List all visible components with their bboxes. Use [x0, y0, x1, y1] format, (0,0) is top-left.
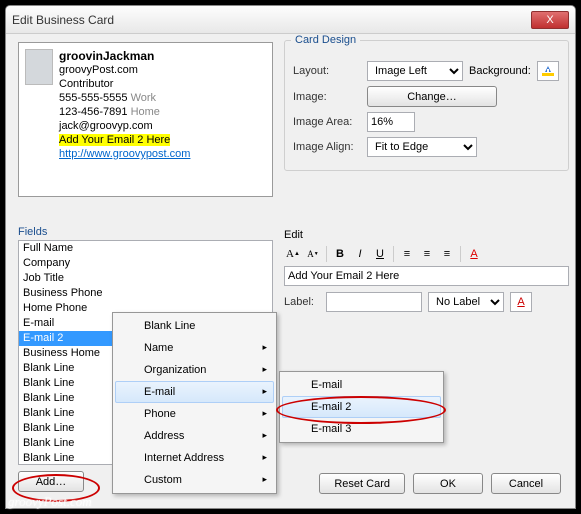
fields-legend: Fields — [18, 226, 273, 238]
field-item[interactable]: Full Name — [19, 241, 272, 256]
menu-item[interactable]: Custom — [115, 469, 274, 491]
submenu-item[interactable]: E-mail 2 — [282, 396, 441, 418]
align-left-icon[interactable]: ≡ — [398, 245, 416, 263]
layout-label: Layout: — [293, 65, 361, 77]
submenu-item[interactable]: E-mail — [282, 374, 441, 396]
preview-url: http://www.groovypost.com — [59, 147, 268, 161]
menu-item[interactable]: Name — [115, 337, 274, 359]
field-item[interactable]: Business Phone — [19, 286, 272, 301]
preview-jobtitle: Contributor — [59, 77, 268, 91]
dialog-window: Edit Business Card X groovinJackman groo… — [5, 5, 576, 509]
preview-email2: Add Your Email 2 Here — [59, 133, 268, 147]
card-preview: groovinJackman groovyPost.com Contributo… — [18, 42, 273, 197]
ok-button[interactable]: OK — [413, 473, 483, 494]
label-input[interactable] — [326, 292, 422, 312]
card-design-group: Card Design Layout: Image Left Backgroun… — [284, 40, 569, 171]
align-center-icon[interactable]: ≡ — [418, 245, 436, 263]
layout-select[interactable]: Image Left — [367, 61, 463, 81]
underline-icon[interactable]: U — [371, 245, 389, 263]
align-right-icon[interactable]: ≡ — [438, 245, 456, 263]
menu-item[interactable]: E-mail — [115, 381, 274, 403]
bold-icon[interactable]: B — [331, 245, 349, 263]
image-align-select[interactable]: Fit to Edge — [367, 137, 477, 157]
add-field-menu[interactable]: Blank LineNameOrganizationE-mailPhoneAdd… — [112, 312, 277, 494]
watermark: groovyPost.com — [8, 494, 92, 510]
preview-phone-work: 555-555-5555 Work — [59, 91, 268, 105]
window-title: Edit Business Card — [12, 13, 531, 27]
menu-item[interactable]: Phone — [115, 403, 274, 425]
label-color-button[interactable]: A — [510, 292, 532, 312]
image-align-label: Image Align: — [293, 141, 361, 153]
background-color-button[interactable] — [537, 61, 559, 81]
font-grow-icon[interactable]: A▲ — [284, 245, 302, 263]
submenu-item[interactable]: E-mail 3 — [282, 418, 441, 440]
background-label: Background: — [469, 65, 531, 77]
font-shrink-icon[interactable]: A▼ — [304, 245, 322, 263]
image-area-input[interactable] — [367, 112, 415, 132]
field-item[interactable]: Company — [19, 256, 272, 271]
image-area-label: Image Area: — [293, 116, 361, 128]
menu-item[interactable]: Address — [115, 425, 274, 447]
add-field-button[interactable]: Add… — [18, 471, 84, 492]
preview-company: groovyPost.com — [59, 63, 268, 77]
email-submenu[interactable]: E-mailE-mail 2E-mail 3 — [279, 371, 444, 443]
edit-legend: Edit — [284, 229, 303, 241]
image-label: Image: — [293, 91, 361, 103]
label-position-select[interactable]: No Label — [428, 292, 504, 312]
preview-email1: jack@groovyp.com — [59, 119, 268, 133]
menu-item[interactable]: Organization — [115, 359, 274, 381]
menu-item[interactable]: Internet Address — [115, 447, 274, 469]
reset-card-button[interactable]: Reset Card — [319, 473, 405, 494]
card-design-legend: Card Design — [291, 34, 360, 46]
label-label: Label: — [284, 296, 320, 308]
close-button[interactable]: X — [531, 11, 569, 29]
italic-icon[interactable]: I — [351, 245, 369, 263]
font-color-icon[interactable]: A — [465, 245, 483, 263]
cancel-button[interactable]: Cancel — [491, 473, 561, 494]
format-toolbar: A▲ A▼ B I U ≡ ≡ ≡ A — [284, 245, 569, 263]
preview-phone-home: 123-456-7891 Home — [59, 105, 268, 119]
menu-item[interactable]: Blank Line — [115, 315, 274, 337]
change-image-button[interactable]: Change… — [367, 86, 497, 107]
preview-name: groovinJackman — [59, 49, 268, 63]
titlebar[interactable]: Edit Business Card X — [6, 6, 575, 34]
edit-value-input[interactable] — [284, 266, 569, 286]
field-item[interactable]: Job Title — [19, 271, 272, 286]
avatar-placeholder — [25, 49, 53, 85]
